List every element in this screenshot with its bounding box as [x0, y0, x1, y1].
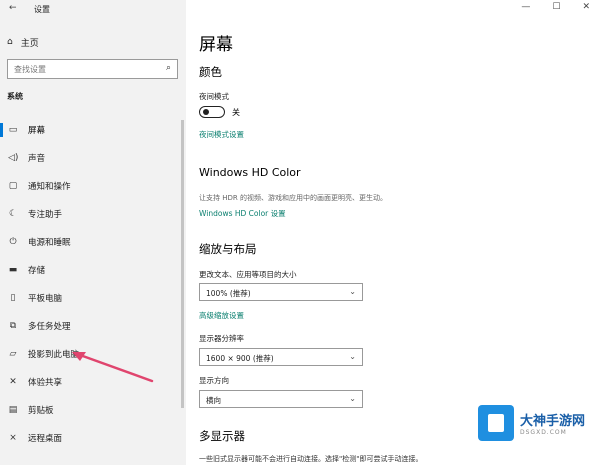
sidebar-scrollbar[interactable] [181, 120, 184, 408]
chevron-down-icon: ⌄ [349, 352, 356, 361]
watermark-name: 大神手游网 [520, 414, 586, 429]
search-input[interactable]: 查找设置 ⌕ [7, 59, 178, 79]
project-icon: ▱ [9, 349, 17, 359]
back-arrow-icon[interactable]: ← [9, 3, 17, 13]
sidebar-item-label: 体验共享 [28, 378, 63, 388]
multi-display-heading: 多显示器 [199, 429, 245, 443]
share-icon: ✕ [9, 377, 17, 387]
orientation-label: 显示方向 [199, 376, 229, 385]
text-size-dropdown[interactable]: 100% (推荐) ⌄ [199, 283, 363, 301]
sidebar-item-label: 远程桌面 [28, 434, 63, 444]
sidebar-item-label: 专注助手 [28, 210, 63, 220]
speaker-icon: ◁) [8, 153, 19, 163]
minimize-button[interactable]: — [521, 2, 530, 12]
section-label-system: 系统 [7, 92, 23, 101]
sidebar-item-notifications[interactable]: ▢ 通知和操作 [0, 172, 186, 200]
resolution-value: 1600 × 900 (推荐) [206, 354, 274, 363]
moon-icon: ☾ [8, 209, 18, 219]
hd-color-settings-link[interactable]: Windows HD Color 设置 [199, 208, 286, 219]
search-placeholder: 查找设置 [14, 65, 46, 74]
watermark-url: DSGXD.COM [520, 429, 567, 436]
toggle-knob [203, 109, 209, 115]
text-size-value: 100% (推荐) [206, 289, 251, 298]
nav-home-label: 主页 [20, 38, 39, 49]
nav-home[interactable]: ⌂ 主页 [7, 34, 39, 50]
sidebar-item-storage[interactable]: ▬ 存储 [0, 256, 186, 284]
night-mode-state: 关 [232, 108, 240, 117]
sidebar-item-label: 屏幕 [28, 126, 46, 136]
sidebar-item-label: 多任务处理 [28, 322, 71, 332]
orientation-dropdown[interactable]: 横向 ⌄ [199, 390, 363, 408]
sidebar-item-label: 存储 [28, 266, 46, 276]
tablet-icon: ▯ [10, 293, 16, 303]
sidebar-item-multitasking[interactable]: ⧉ 多任务处理 [0, 312, 186, 340]
nav-list: ▭ 屏幕 ◁) 声音 ▢ 通知和操作 ☾ 专注助手 ⏻ 电源和睡眠 ▬ 存储 ▯… [0, 116, 186, 452]
annotation-arrow [72, 352, 154, 383]
notification-icon: ▢ [8, 181, 18, 191]
scale-layout-heading: 缩放与布局 [199, 242, 257, 256]
sidebar-item-label: 通知和操作 [28, 182, 71, 192]
monitor-icon: ▭ [8, 125, 18, 135]
night-mode-settings-link[interactable]: 夜间模式设置 [199, 129, 244, 140]
night-mode-toggle[interactable] [199, 106, 225, 118]
resolution-dropdown[interactable]: 1600 × 900 (推荐) ⌄ [199, 348, 363, 366]
app-title: 设置 [34, 5, 50, 14]
sidebar-item-clipboard[interactable]: ▤ 剪贴板 [0, 396, 186, 424]
sidebar-item-focus-assist[interactable]: ☾ 专注助手 [0, 200, 186, 228]
page-title: 屏幕 [199, 35, 233, 55]
main-panel: — ☐ ✕ 屏幕 颜色 夜间模式 关 夜间模式设置 Windows HD Col… [186, 0, 596, 465]
hd-color-heading: Windows HD Color [199, 166, 301, 179]
storage-icon: ▬ [8, 265, 18, 275]
close-button[interactable]: ✕ [582, 2, 590, 12]
sidebar-item-tablet[interactable]: ▯ 平板电脑 [0, 284, 186, 312]
text-size-label: 更改文本、应用等项目的大小 [199, 270, 297, 279]
remote-desktop-icon: ⨯ [9, 433, 17, 443]
sidebar-item-power[interactable]: ⏻ 电源和睡眠 [0, 228, 186, 256]
sidebar-item-sound[interactable]: ◁) 声音 [0, 144, 186, 172]
home-icon: ⌂ [7, 37, 13, 47]
chevron-down-icon: ⌄ [349, 394, 356, 403]
watermark-logo-icon [478, 405, 514, 441]
sidebar-item-remote-desktop[interactable]: ⨯ 远程桌面 [0, 424, 186, 452]
watermark: 大神手游网 DSGXD.COM [478, 405, 585, 441]
sidebar: ← 设置 ⌂ 主页 查找设置 ⌕ 系统 ▭ 屏幕 ◁) 声音 ▢ 通知和操作 ☾… [0, 0, 186, 465]
search-icon[interactable]: ⌕ [166, 63, 171, 73]
maximize-button[interactable]: ☐ [552, 2, 560, 12]
color-heading: 颜色 [199, 65, 222, 79]
sidebar-item-label: 电源和睡眠 [28, 238, 71, 248]
multi-display-description: 一些旧式显示器可能不会进行自动连接。选择"检测"即可尝试手动连接。 [199, 455, 423, 463]
orientation-value: 横向 [206, 396, 221, 405]
power-icon: ⏻ [9, 237, 17, 247]
resolution-label: 显示器分辨率 [199, 334, 244, 343]
sidebar-item-label: 剪贴板 [28, 406, 54, 416]
clipboard-icon: ▤ [8, 405, 18, 415]
sidebar-item-label: 平板电脑 [28, 294, 63, 304]
advanced-scaling-link[interactable]: 高级缩放设置 [199, 310, 244, 321]
window-controls: — ☐ ✕ [521, 2, 590, 12]
sidebar-item-display[interactable]: ▭ 屏幕 [0, 116, 186, 144]
sidebar-item-label: 声音 [28, 154, 46, 164]
chevron-down-icon: ⌄ [349, 287, 356, 296]
night-mode-label: 夜间模式 [199, 92, 229, 101]
multitask-icon: ⧉ [9, 321, 17, 331]
hd-color-description: 让支持 HDR 的视频、游戏和应用中的画面更明亮、更生动。 [199, 194, 387, 202]
